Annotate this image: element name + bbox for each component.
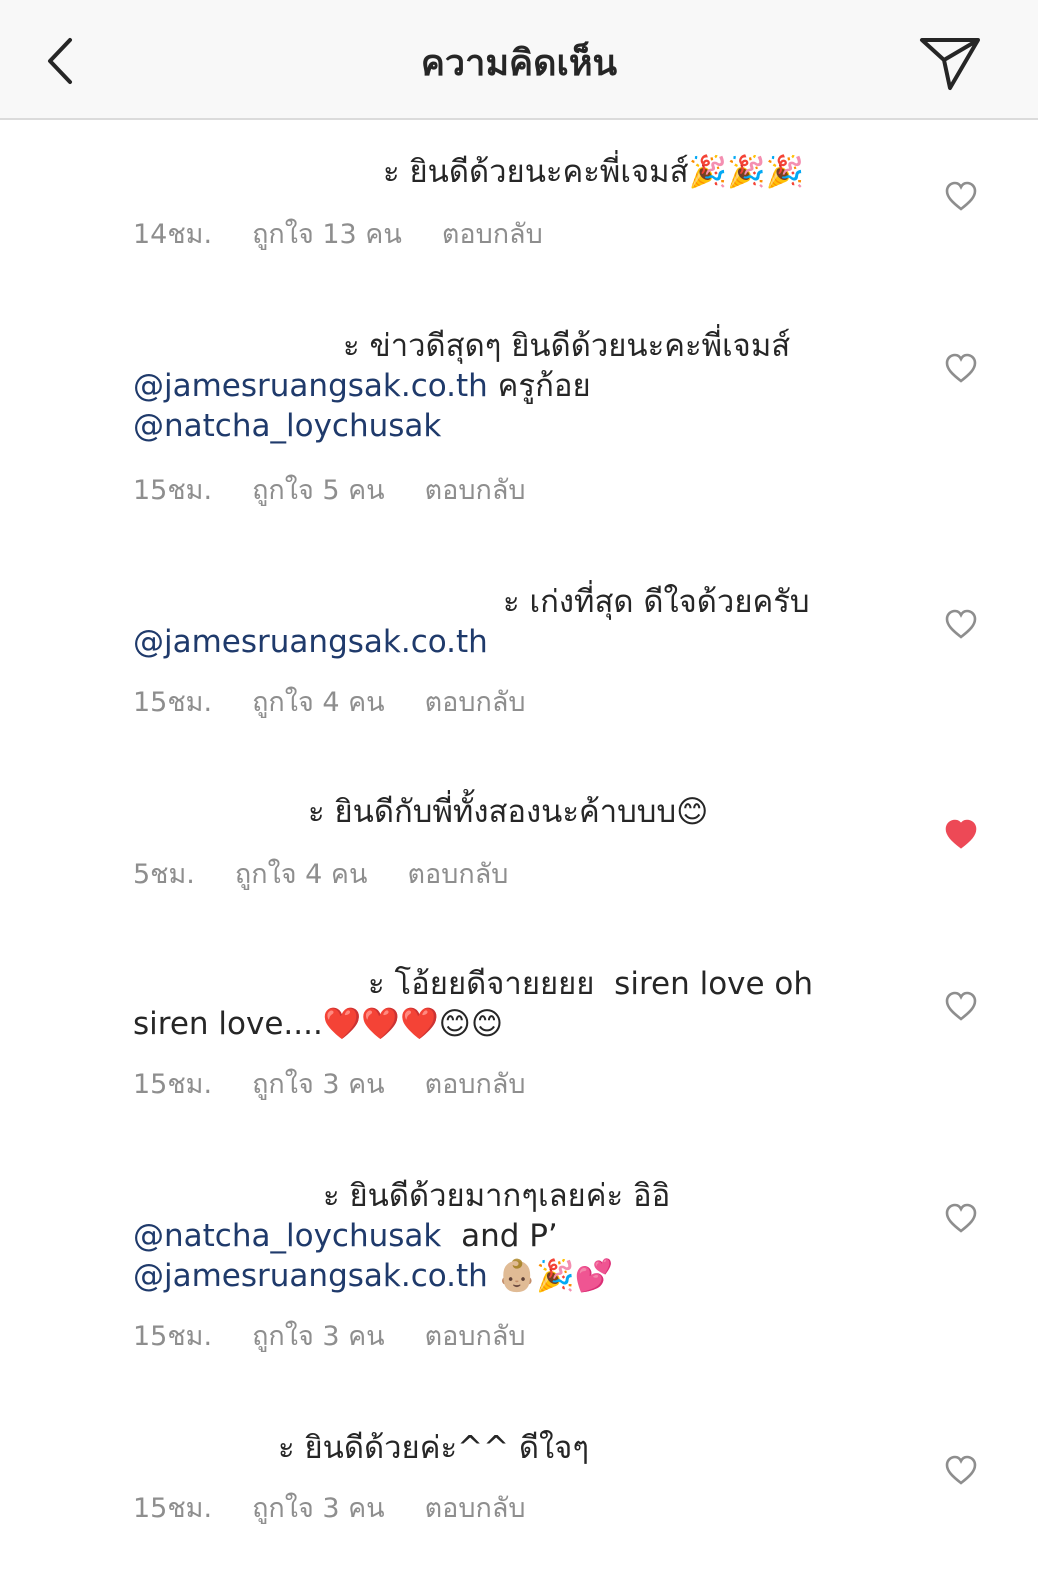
- comment-meta: 15ชม. ถูกใจ 5 คน ตอบกลับ: [133, 468, 526, 511]
- comment-item: ะ เก่งที่สุด ดีใจด้วยครับ @jamesruangsak…: [133, 582, 863, 662]
- comment-time: 14ชม.: [133, 219, 213, 250]
- reply-button[interactable]: ตอบกลับ: [425, 680, 526, 723]
- comment-time: 15ชม.: [133, 1069, 213, 1100]
- comment-username-prefix: ะ: [308, 794, 335, 830]
- comment-time: 15ชม.: [133, 1493, 213, 1524]
- reply-button[interactable]: ตอบกลับ: [425, 1314, 526, 1357]
- comment-likes[interactable]: ถูกใจ 3 คน: [252, 1486, 385, 1529]
- page-title: ความคิดเห็น: [420, 43, 618, 84]
- comment-meta: 5ชม. ถูกใจ 4 คน ตอบกลับ: [133, 852, 508, 895]
- like-heart-icon[interactable]: [944, 608, 978, 640]
- comment-likes[interactable]: ถูกใจ 5 คน: [252, 468, 385, 511]
- like-heart-icon[interactable]: [944, 352, 978, 384]
- comment-text: โอ้ยยดีจายยยย siren love oh: [394, 966, 814, 1002]
- like-heart-icon[interactable]: [944, 1202, 978, 1234]
- paper-plane-icon[interactable]: [918, 34, 982, 92]
- comment-username-prefix: ะ: [368, 966, 395, 1002]
- comment-username-prefix: ะ: [503, 584, 530, 620]
- comment-meta: 15ชม. ถูกใจ 3 คน ตอบกลับ: [133, 1486, 526, 1529]
- reply-button[interactable]: ตอบกลับ: [407, 852, 508, 895]
- comment-time: 5ชม.: [133, 859, 195, 890]
- comment-text: ครูก้อย: [487, 368, 591, 404]
- comment-text: ยินดีด้วยนะคะพี่เจมส์🎉🎉🎉: [409, 154, 805, 190]
- header: ความคิดเห็น: [0, 0, 1038, 120]
- like-heart-icon[interactable]: [944, 990, 978, 1022]
- comment-text: and P’: [441, 1218, 558, 1254]
- liked-heart-icon[interactable]: [944, 818, 978, 850]
- mention-link[interactable]: @natcha_loychusak: [133, 408, 441, 444]
- comment-username-prefix: ะ: [343, 328, 370, 364]
- comment-text: ข่าวดีสุดๆ ยินดีด้วยนะคะพี่เจมส์: [369, 328, 791, 364]
- comment-time: 15ชม.: [133, 475, 213, 506]
- comment-item: ะ ยินดีด้วยค่ะ^^ ดีใจๆ: [133, 1428, 863, 1468]
- comment-likes[interactable]: ถูกใจ 13 คน: [252, 212, 402, 255]
- reply-button[interactable]: ตอบกลับ: [425, 1062, 526, 1105]
- mention-link[interactable]: @jamesruangsak.co.th: [133, 368, 488, 404]
- comment-item: ะ ยินดีกับพี่ทั้งสองนะค้าบบบ😊: [133, 792, 863, 832]
- comment-meta: 14ชม. ถูกใจ 13 คน ตอบกลับ: [133, 212, 543, 255]
- comment-meta: 15ชม. ถูกใจ 3 คน ตอบกลับ: [133, 1314, 526, 1357]
- comment-item: ะ ยินดีด้วยนะคะพี่เจมส์🎉🎉🎉: [133, 152, 863, 192]
- comment-text: ยินดีด้วยค่ะ^^ ดีใจๆ: [304, 1430, 589, 1466]
- reply-button[interactable]: ตอบกลับ: [442, 212, 543, 255]
- comment-likes[interactable]: ถูกใจ 3 คน: [252, 1314, 385, 1357]
- mention-link[interactable]: @jamesruangsak.co.th: [133, 1258, 488, 1294]
- comment-text: ยินดีด้วยมากๆเลยค่ะ อิอิ: [349, 1178, 671, 1214]
- comment-item: ะ ข่าวดีสุดๆ ยินดีด้วยนะคะพี่เจมส์ @jame…: [133, 326, 863, 446]
- reply-button[interactable]: ตอบกลับ: [425, 468, 526, 511]
- comment-time: 15ชม.: [133, 687, 213, 718]
- comment-username-prefix: ะ: [278, 1430, 305, 1466]
- comment-item: ะ โอ้ยยดีจายยยย siren love oh siren love…: [133, 964, 863, 1044]
- comment-text: ยินดีกับพี่ทั้งสองนะค้าบบบ😊: [334, 794, 709, 830]
- mention-link[interactable]: @jamesruangsak.co.th: [133, 624, 488, 660]
- comment-likes[interactable]: ถูกใจ 4 คน: [235, 852, 368, 895]
- comment-username-prefix: ะ: [383, 154, 410, 190]
- comment-meta: 15ชม. ถูกใจ 4 คน ตอบกลับ: [133, 680, 526, 723]
- like-heart-icon[interactable]: [944, 180, 978, 212]
- reply-button[interactable]: ตอบกลับ: [425, 1486, 526, 1529]
- comment-time: 15ชม.: [133, 1321, 213, 1352]
- comment-likes[interactable]: ถูกใจ 4 คน: [252, 680, 385, 723]
- comment-text: 👶🏼🎉💕: [487, 1258, 614, 1294]
- comment-username-prefix: ะ: [323, 1178, 350, 1214]
- comment-likes[interactable]: ถูกใจ 3 คน: [252, 1062, 385, 1105]
- comment-item: ะ ยินดีด้วยมากๆเลยค่ะ อิอิ @natcha_loych…: [133, 1176, 863, 1296]
- like-heart-icon[interactable]: [944, 1454, 978, 1486]
- mention-link[interactable]: @natcha_loychusak: [133, 1218, 441, 1254]
- comment-meta: 15ชม. ถูกใจ 3 คน ตอบกลับ: [133, 1062, 526, 1105]
- comment-text: เก่งที่สุด ดีใจด้วยครับ: [529, 584, 810, 620]
- comment-text-line2: siren love....❤️❤️❤️😊😊: [133, 1006, 504, 1042]
